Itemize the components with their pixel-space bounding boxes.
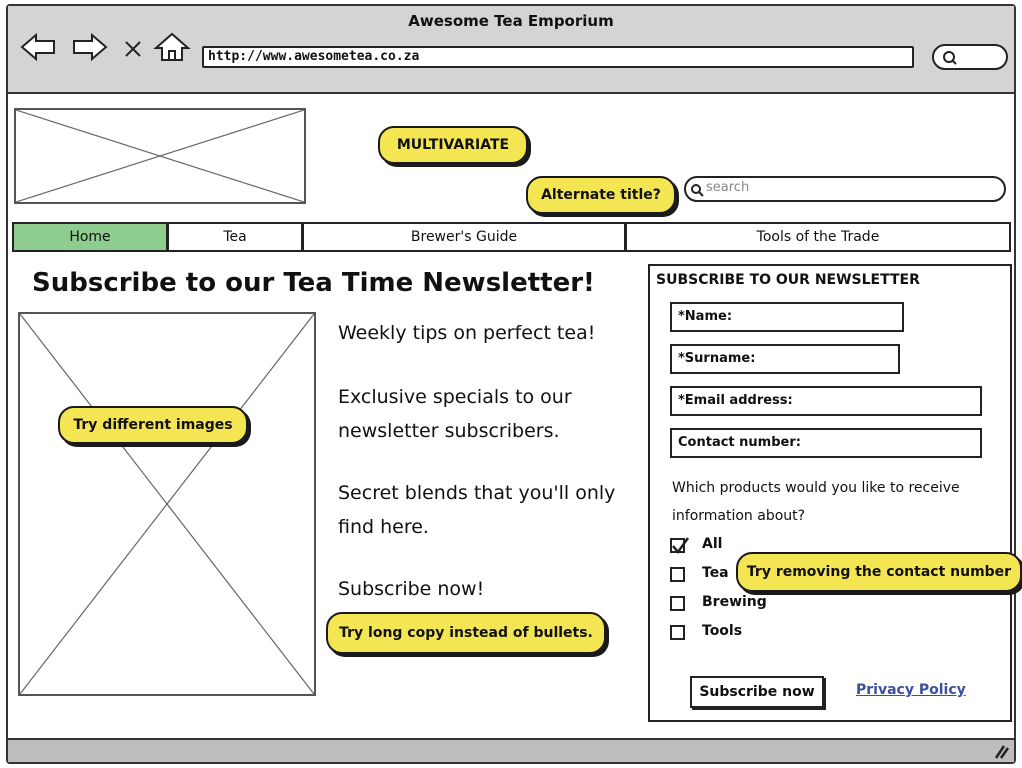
checkbox-label-tools: Tools [702, 623, 743, 639]
checkbox-label-tea: Tea [702, 565, 729, 581]
alternate-title-note: Alternate title? [526, 176, 676, 214]
privacy-policy-link[interactable]: Privacy Policy [856, 682, 966, 698]
site-search-input[interactable]: search [684, 176, 1006, 202]
checkmark-icon [672, 537, 690, 555]
nav-tab-home[interactable]: Home [12, 222, 168, 252]
nav-tab-brewers-guide[interactable]: Brewer's Guide [302, 222, 626, 252]
long-copy-note: Try long copy instead of bullets. [326, 612, 606, 654]
hero-placeholder-image [18, 312, 316, 696]
home-icon[interactable] [152, 32, 192, 62]
remove-contact-number-note: Try removing the contact number [736, 552, 1022, 592]
checkbox-brewing[interactable] [670, 596, 685, 611]
benefit-text: Exclusive specials to our newsletter sub… [338, 386, 572, 442]
checkbox-all[interactable] [670, 537, 690, 555]
subscribe-now-text: Subscribe now! [338, 578, 485, 600]
email-field[interactable]: *Email address: [670, 386, 982, 416]
checkbox-label-all: All [702, 536, 723, 552]
surname-field[interactable]: *Surname: [670, 344, 900, 374]
nav-tab-tea[interactable]: Tea [167, 222, 303, 252]
close-x-icon[interactable] [120, 32, 146, 62]
status-bar [8, 738, 1014, 762]
name-field[interactable]: *Name: [670, 302, 904, 332]
checkbox-label-brewing: Brewing [702, 594, 767, 610]
benefit-text: Weekly tips on perfect tea! [338, 322, 596, 344]
products-question: Which products would you like to receive… [672, 480, 960, 524]
window-title: Awesome Tea Emporium [408, 12, 614, 30]
resize-grip-icon[interactable] [992, 742, 1010, 760]
newsletter-title: SUBSCRIBE TO OUR NEWSLETTER [656, 272, 920, 288]
contact-number-field[interactable]: Contact number: [670, 428, 982, 458]
checkbox-tools[interactable] [670, 625, 685, 640]
search-placeholder: search [706, 180, 750, 195]
url-field[interactable]: http://www.awesometea.co.za [202, 46, 914, 68]
subscribe-now-button[interactable]: Subscribe now [690, 676, 824, 708]
search-icon [691, 184, 704, 197]
try-different-images-note: Try different images [58, 406, 248, 444]
browser-search-button[interactable] [932, 44, 1008, 70]
search-icon [943, 51, 957, 65]
nav-tab-tools-of-the-trade[interactable]: Tools of the Trade [625, 222, 1011, 252]
page-headline: Subscribe to our Tea Time Newsletter! [32, 268, 595, 298]
multivariate-note: MULTIVARIATE [378, 126, 528, 164]
forward-arrow-icon[interactable] [70, 32, 108, 62]
benefit-text: Secret blends that you'll only find here… [338, 482, 616, 538]
logo-placeholder-image [14, 108, 306, 204]
back-arrow-icon[interactable] [20, 32, 58, 62]
checkbox-tea[interactable] [670, 567, 685, 582]
